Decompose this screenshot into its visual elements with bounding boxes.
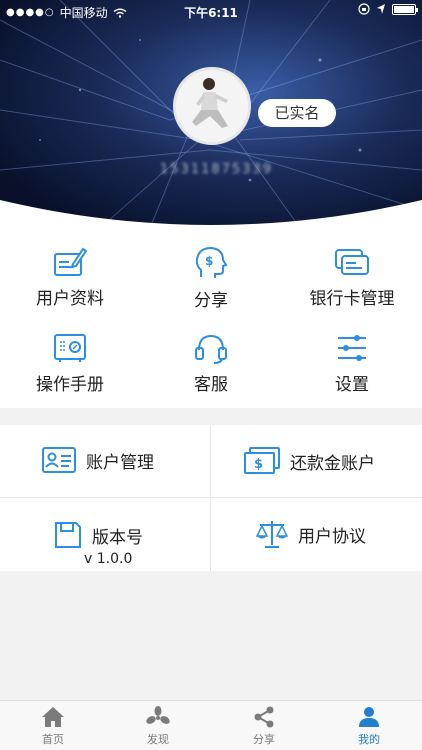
tab-label: 分享 <box>253 733 275 746</box>
discover-icon <box>146 706 170 724</box>
status-bar: ●●●●○ 中国移动 下午6:11 <box>0 0 422 22</box>
menu-item-label: 操作手册 <box>36 375 104 395</box>
menu-item-bank-card[interactable]: 银行卡管理 <box>282 246 422 309</box>
tab-share[interactable]: 分享 <box>234 706 294 747</box>
svg-text:$: $ <box>205 254 213 268</box>
tab-label: 发现 <box>147 733 169 746</box>
tab-label: 我的 <box>358 733 380 746</box>
phone-number: 15311875339 <box>160 162 273 177</box>
account-management-label: 账户管理 <box>86 452 154 473</box>
menu-item-settings[interactable]: 设置 <box>282 332 422 395</box>
menu-item-manual[interactable]: 操作手册 <box>0 332 140 395</box>
orientation-lock-icon <box>358 3 370 15</box>
avatar[interactable] <box>173 67 251 145</box>
verified-badge: 已实名 <box>258 99 336 127</box>
manual-safe-icon <box>54 334 86 362</box>
account-management-card[interactable]: 账户管理 <box>42 447 154 473</box>
tab-mine[interactable]: 我的 <box>339 706 399 747</box>
divider <box>0 497 422 498</box>
menu-item-share[interactable]: $ 分享 <box>141 246 281 311</box>
tab-discover[interactable]: 发现 <box>128 706 188 747</box>
menu-item-customer-service[interactable]: 客服 <box>141 332 281 395</box>
home-icon <box>42 707 64 727</box>
tab-label: 首页 <box>42 733 64 746</box>
repayment-account-label: 还款金账户 <box>290 453 375 474</box>
money-icon: $ <box>244 447 280 474</box>
menu-item-user-info[interactable]: 用户资料 <box>0 246 140 309</box>
avatar-figure-icon <box>176 70 248 142</box>
bank-card-icon <box>335 249 369 275</box>
version-label: 版本号 <box>92 527 143 548</box>
user-agreement-card[interactable]: 用户协议 <box>256 519 366 549</box>
profile-header: ●●●●○ 中国移动 下午6:11 已实名 15311875339 <box>0 0 422 228</box>
headset-icon <box>195 334 227 364</box>
scale-icon <box>256 521 288 548</box>
tab-home[interactable]: 首页 <box>23 706 83 747</box>
user-info-icon <box>54 247 87 276</box>
save-icon <box>55 522 81 548</box>
location-arrow-icon <box>377 4 385 14</box>
menu-item-label: 银行卡管理 <box>309 289 395 309</box>
repayment-account-card[interactable]: $ 还款金账户 <box>244 447 375 475</box>
tab-bar: 首页 发现 分享 我的 <box>0 700 422 750</box>
menu-grid: 用户资料 $ 分享 银行卡管理 操作手册 客服 设置 <box>0 228 422 408</box>
share-icon <box>254 706 274 728</box>
account-cards: 账户管理 $ 还款金账户 版本号 v 1.0.0 用户协议 <box>0 425 422 571</box>
version-number: v 1.0.0 <box>84 551 133 567</box>
menu-item-label: 设置 <box>335 375 369 395</box>
svg-text:$: $ <box>254 457 263 472</box>
menu-item-label: 客服 <box>194 375 228 395</box>
menu-item-label: 用户资料 <box>36 289 104 309</box>
settings-sliders-icon <box>338 335 366 361</box>
profile-icon <box>359 707 379 727</box>
battery-icon <box>392 3 418 15</box>
menu-item-label: 分享 <box>194 291 228 311</box>
divider <box>210 425 211 571</box>
id-card-icon <box>42 447 76 473</box>
version-card[interactable]: 版本号 <box>54 521 143 549</box>
share-head-icon: $ <box>195 246 228 278</box>
user-agreement-label: 用户协议 <box>298 526 366 547</box>
